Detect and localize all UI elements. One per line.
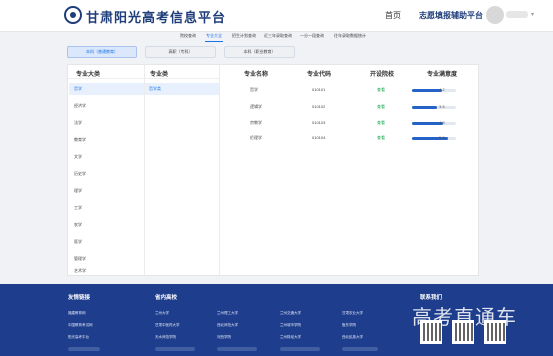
header-category: 专业大类 <box>76 72 101 78</box>
footer-friend-link[interactable]: 阳光高考平台 <box>68 335 89 340</box>
satisfaction-bar-fill <box>412 89 442 92</box>
site-logo-text[interactable]: 甘肃阳光高考信息平台 <box>86 7 226 26</box>
category-item[interactable]: 文学 <box>69 151 144 163</box>
category-item[interactable]: 历史学 <box>69 168 144 180</box>
satisfaction-bar <box>412 89 456 92</box>
satisfaction-value: 5.0 <box>439 135 445 140</box>
majors-panel: 专业大类 专业类 专业名称 专业代码 开设院校 专业满意度 哲学 经济学 法学 … <box>67 64 479 277</box>
column-divider <box>144 65 145 277</box>
header-satisfaction: 专业满意度 <box>427 72 458 78</box>
footer-friend-links-heading: 友情链接 <box>68 295 91 301</box>
footer-friend-link[interactable]: 中国教育考试网 <box>68 323 93 328</box>
footer-university-link[interactable]: 西北师范大学 <box>217 323 238 328</box>
page: 甘肃阳光高考信息平台 首页 志愿填报辅助平台 ▾ 院校查询 专业大全 招生计划查… <box>0 0 553 356</box>
satisfaction-bar <box>412 106 456 109</box>
footer-university-link-partial[interactable] <box>280 347 320 351</box>
user-avatar[interactable] <box>486 6 504 24</box>
footer-university-link[interactable]: 兰州城市学院 <box>280 323 301 328</box>
category-item[interactable]: 法学 <box>69 117 144 129</box>
major-code: 010104 <box>312 135 326 140</box>
satisfaction-bar <box>412 137 456 140</box>
qr-code-icon <box>452 320 474 344</box>
subnav-tab-majors[interactable]: 专业大全 <box>206 33 222 39</box>
level-tab-vocational-undergraduate[interactable]: 本科（职业教育） <box>224 46 295 58</box>
view-schools-link[interactable]: 查看 <box>377 135 385 141</box>
footer-university-link-partial[interactable] <box>217 347 257 351</box>
qr-code-icon <box>420 320 442 344</box>
subnav-tab-admission-history[interactable]: 近三年录取查询 <box>264 33 292 39</box>
view-schools-link[interactable]: 查看 <box>377 104 385 110</box>
footer-university-link[interactable]: 天水师范学院 <box>155 335 176 340</box>
major-name: 伦理学 <box>250 135 262 140</box>
subnav-tab-admission-stats[interactable]: 往年录取数据统计 <box>334 33 366 39</box>
satisfaction-bar-fill <box>412 106 437 109</box>
category-item[interactable]: 管理学 <box>69 253 144 265</box>
footer-university-link-partial[interactable] <box>342 347 378 351</box>
chevron-down-icon[interactable]: ▾ <box>531 11 534 18</box>
footer-university-link-partial[interactable] <box>155 347 195 351</box>
subnav-tab-enrollment-plan[interactable]: 招生计划查询 <box>232 33 256 39</box>
qr-code-icon <box>484 320 506 344</box>
footer-university-link[interactable]: 兰州交通大学 <box>280 311 301 316</box>
major-code: 010101 <box>312 87 326 92</box>
category-item[interactable]: 经济学 <box>69 100 144 112</box>
header-divider <box>145 78 219 79</box>
footer-friend-link[interactable]: 福建教育网 <box>68 311 86 316</box>
major-name: 哲学 <box>250 87 258 92</box>
subnav-tab-score-rank[interactable]: 一分一段查询 <box>300 33 324 39</box>
header-schools: 开设院校 <box>370 72 395 78</box>
footer-university-link[interactable]: 甘肃农业大学 <box>342 311 363 316</box>
view-schools-link[interactable]: 查看 <box>377 87 385 93</box>
level-tab-undergraduate[interactable]: 本科（普通教育） <box>67 46 137 58</box>
satisfaction-value: 4.2 <box>439 87 445 92</box>
nav-platform-link[interactable]: 志愿填报辅助平台 <box>419 10 483 21</box>
satisfaction-bar <box>412 122 456 125</box>
column-divider <box>219 65 220 277</box>
user-name-blurred[interactable] <box>506 11 528 18</box>
footer-universities-heading: 省内高校 <box>155 295 178 301</box>
header-divider <box>68 78 144 79</box>
footer-university-link[interactable]: 西北民族大学 <box>342 335 363 340</box>
footer-university-link[interactable]: 河西学院 <box>217 335 231 340</box>
major-name: 逻辑学 <box>250 104 262 109</box>
view-schools-link[interactable]: 查看 <box>377 120 385 126</box>
category-item[interactable]: 农学 <box>69 219 144 231</box>
level-tab-vocational[interactable]: 高职（专科） <box>145 46 216 58</box>
header-major-name: 专业名称 <box>244 72 269 78</box>
footer-university-link[interactable]: 兰州理工大学 <box>217 311 238 316</box>
subcategory-item[interactable]: 哲学类 <box>145 83 219 95</box>
category-item[interactable]: 艺术学 <box>69 265 144 277</box>
category-item[interactable]: 教育学 <box>69 134 144 146</box>
footer-university-link[interactable]: 甘肃中医药大学 <box>155 323 180 328</box>
satisfaction-value: 3.5 <box>439 104 445 109</box>
nav-home-link[interactable]: 首页 <box>385 10 401 21</box>
top-header: 甘肃阳光高考信息平台 首页 志愿填报辅助平台 ▾ <box>0 0 553 32</box>
major-code: 010103 <box>312 120 326 125</box>
footer-contact-heading: 联系我们 <box>420 295 443 301</box>
category-item[interactable]: 哲学 <box>69 83 144 95</box>
footer-university-link[interactable]: 陇东学院 <box>342 323 356 328</box>
subnav-active-indicator <box>205 41 223 42</box>
category-item[interactable]: 理学 <box>69 185 144 197</box>
satisfaction-value: 4.3 <box>439 120 445 125</box>
header-subcategory: 专业类 <box>150 72 169 78</box>
subnav-tab-school-query[interactable]: 院校查询 <box>180 33 196 39</box>
logo-seal-icon[interactable] <box>64 6 82 24</box>
category-item[interactable]: 医学 <box>69 236 144 248</box>
footer-university-link[interactable]: 兰州财经大学 <box>280 335 301 340</box>
major-code: 010102 <box>312 104 326 109</box>
sub-navigation: 院校查询 专业大全 招生计划查询 近三年录取查询 一分一段查询 往年录取数据统计 <box>0 32 553 44</box>
footer-friend-link-partial[interactable] <box>68 347 100 351</box>
category-item[interactable]: 工学 <box>69 202 144 214</box>
header-major-code: 专业代码 <box>307 72 332 78</box>
footer-university-link[interactable]: 兰州大学 <box>155 311 169 316</box>
major-name: 宗教学 <box>250 120 262 125</box>
